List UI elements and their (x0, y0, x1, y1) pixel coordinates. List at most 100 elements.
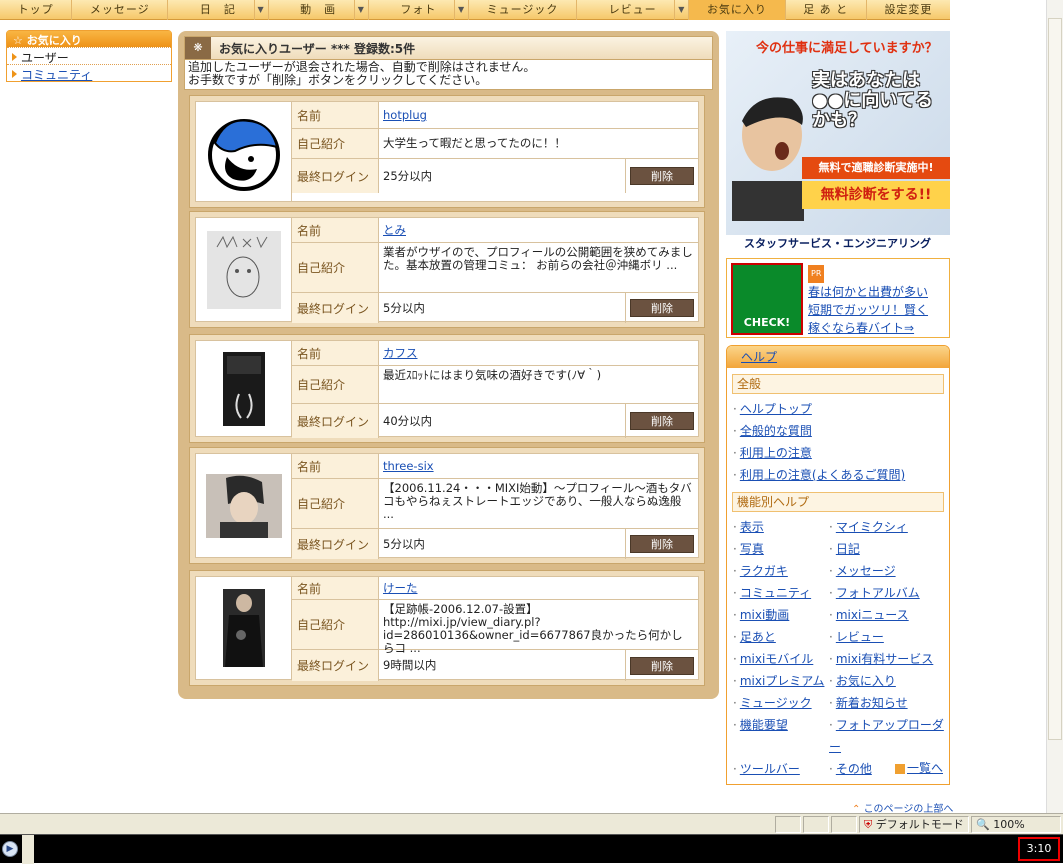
nav-review[interactable]: レビュー ▼ (577, 0, 690, 20)
help-link[interactable]: フォトアルバム (836, 586, 920, 600)
user-photo[interactable] (196, 454, 292, 557)
help-link[interactable]: ミュージック (740, 696, 812, 710)
nav-diary[interactable]: 日 記 ▼ (168, 0, 269, 20)
check-runner-icon[interactable]: CHECK! (731, 263, 803, 335)
help-link[interactable]: mixiモバイル (740, 652, 813, 666)
chevron-down-icon[interactable]: ▼ (454, 0, 468, 20)
left-menu-item-community[interactable]: コミュニティ (7, 64, 171, 82)
user-intro: 大学生って暇だと思ってたのに！！ (383, 136, 566, 150)
delete-button[interactable]: 削除 (630, 535, 694, 553)
nav-top[interactable]: トップ (0, 0, 73, 20)
pr-badge: PR (808, 265, 825, 283)
vertical-scrollbar[interactable] (1046, 0, 1063, 813)
help-link[interactable]: 新着お知らせ (836, 696, 908, 710)
help-link[interactable]: mixiプレミアム (740, 674, 825, 688)
field-label: 自己紹介 (292, 129, 379, 158)
nav-favorites[interactable]: お気に入り (689, 0, 786, 20)
zoom-control[interactable]: 🔍 100% (971, 815, 1061, 833)
nav-label: フォト (400, 3, 437, 16)
field-label: 名前 (292, 218, 379, 242)
user-name-link[interactable]: けーた (383, 581, 418, 595)
nav-footprints[interactable]: 足 あ と (786, 0, 867, 20)
banner-ad[interactable]: 今の仕事に満足していますか？ 実はあなたは●●に向いてるかも？ 無料で適職診断実… (726, 31, 950, 253)
user-name-link[interactable]: とみ (383, 223, 406, 237)
nav-label: 足 あ と (803, 3, 849, 16)
left-menu-item-users[interactable]: ユーザー (7, 47, 171, 65)
media-player-icon[interactable]: ▶ (2, 841, 18, 857)
user-photo[interactable] (196, 577, 292, 679)
chevron-down-icon[interactable]: ▼ (353, 0, 368, 20)
help-link[interactable]: 写真 (740, 542, 764, 556)
help-link[interactable]: mixi有料サービス (836, 652, 933, 666)
user-name-link[interactable]: three-six (383, 459, 434, 473)
help-link[interactable]: 表示 (740, 520, 764, 534)
nav-label: 日 記 (199, 3, 236, 16)
delete-button[interactable]: 削除 (630, 412, 694, 430)
scrollbar-thumb[interactable] (1048, 18, 1062, 740)
help-link[interactable]: 利用上の注意(よくあるご質問) (740, 468, 905, 482)
user-card: 名前 けーた 自己紹介 【足跡帳-2006.12.07-設置】http://mixi… (189, 570, 705, 686)
help-link[interactable]: メッセージ (836, 564, 896, 578)
triangle-right-icon (12, 53, 17, 61)
left-menu: ☆ お気に入り ユーザー コミュニティ (6, 30, 172, 82)
nav-label: ミュージック (486, 3, 559, 16)
help-link[interactable]: ヘルプトップ (740, 402, 812, 416)
ad-link[interactable]: 春は何かと出費が多い (808, 283, 928, 301)
shield-icon: ⛨ (864, 817, 876, 831)
field-label: 名前 (292, 577, 379, 599)
nav-photo[interactable]: フォト ▼ (369, 0, 470, 20)
last-login: 40分以内 (383, 413, 433, 428)
help-link[interactable]: 全般的な質問 (740, 424, 812, 438)
help-link[interactable]: ツールバー (740, 762, 800, 776)
delete-button[interactable]: 削除 (630, 656, 694, 675)
user-photo[interactable] (196, 102, 292, 201)
nav-label: 設定変更 (884, 3, 933, 16)
help-link[interactable]: 足あと (740, 630, 776, 644)
nav-settings[interactable]: 設定変更 (867, 0, 950, 20)
user-name-link[interactable]: hotplug (383, 108, 427, 122)
arrow-right-icon (894, 763, 905, 774)
delete-button[interactable]: 削除 (630, 299, 694, 317)
field-label: 自己紹介 (292, 243, 379, 292)
user-photo[interactable] (196, 341, 292, 436)
nav-message[interactable]: メッセージ (72, 0, 169, 20)
help-link[interactable]: mixiニュース (836, 608, 909, 622)
user-photo[interactable] (196, 218, 292, 321)
delete-button[interactable]: 削除 (630, 167, 694, 185)
help-link[interactable]: その他 (836, 762, 872, 776)
ad-link[interactable]: 短期でガッツリ！賢く (808, 301, 928, 319)
nav-label: トップ (17, 3, 54, 16)
user-card: 名前 カフス 自己紹介 最近ｽﾛｯﾄにはまり気味の酒好きです(ﾉ∀｀) 最終ログイン… (189, 334, 705, 443)
help-link[interactable]: フォトアップローダー (829, 718, 944, 754)
help-link[interactable]: コミュニティ (740, 586, 811, 600)
help-link[interactable]: mixi動画 (740, 608, 789, 622)
left-menu-link[interactable]: コミュニティ (21, 68, 92, 82)
mode-indicator[interactable]: ⛨ デフォルトモード (859, 815, 969, 833)
chevron-down-icon[interactable]: ▼ (253, 0, 268, 20)
mode-label: デフォルトモード (875, 817, 964, 831)
help-header-link[interactable]: ヘルプ (741, 350, 777, 364)
ad-footer: スタッフサービス・エンジニアリング (726, 235, 950, 253)
ad-link[interactable]: 稼ぐなら春バイト⇒ (808, 319, 928, 337)
status-cell (803, 815, 829, 833)
field-label: 自己紹介 (292, 479, 379, 528)
person-photo-icon (222, 589, 265, 667)
help-link[interactable]: 利用上の注意 (740, 446, 812, 460)
help-link[interactable]: お気に入り (836, 674, 896, 688)
help-link[interactable]: ラクガキ (740, 564, 788, 578)
help-link[interactable]: レビュー (836, 630, 884, 644)
help-link[interactable]: 機能要望 (740, 718, 788, 732)
ad-cta-button[interactable]: 無料診断をする!! (802, 181, 950, 209)
help-more-link[interactable]: 一覧へ (907, 761, 943, 775)
chevron-down-icon[interactable]: ▼ (674, 0, 688, 20)
help-link[interactable]: 日記 (836, 542, 860, 556)
taskbar: ▶ 3:10 (0, 834, 1063, 864)
nav-music[interactable]: ミュージック (469, 0, 578, 20)
notice: 追加したユーザーが退会された場合、自動で削除はされません。 お手数ですが「削除」… (184, 60, 713, 90)
sparkle-icon: ☆ (13, 34, 27, 47)
user-name-link[interactable]: カフス (383, 346, 418, 360)
man-photo-icon (732, 97, 804, 221)
help-link[interactable]: マイミクシィ (836, 520, 908, 534)
user-intro: 業者がウザイので、プロフィールの公開範囲を狭めてみました。基本放置の管理コミュ：… (383, 245, 693, 272)
nav-video[interactable]: 動 画 ▼ (269, 0, 369, 20)
